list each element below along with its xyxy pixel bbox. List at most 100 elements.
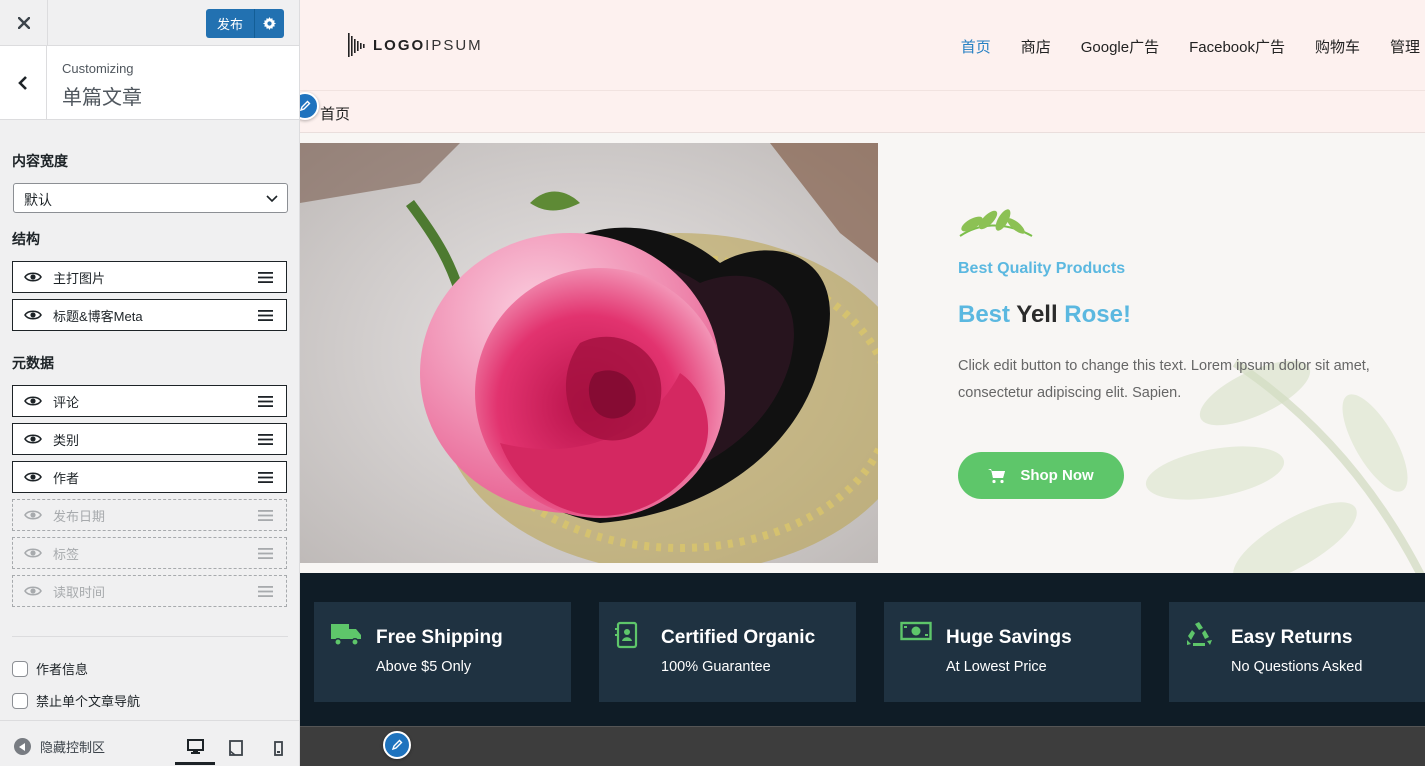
hide-controls-button[interactable]: 隐藏控制区: [14, 737, 105, 756]
preview-desktop-button[interactable]: [175, 731, 215, 765]
sortable-item[interactable]: 主打图片: [12, 261, 287, 293]
sortable-item[interactable]: 标题&博客Meta: [12, 299, 287, 331]
visibility-toggle[interactable]: [13, 271, 53, 283]
content-width-select[interactable]: 默认: [13, 183, 288, 213]
back-button[interactable]: [0, 46, 47, 119]
visibility-toggle[interactable]: [13, 309, 53, 321]
sortable-item-label: 主打图片: [53, 270, 106, 286]
hero-eyebrow: Best Quality Products: [958, 260, 1126, 277]
divider: [12, 636, 288, 637]
chevron-left-icon: [18, 75, 27, 90]
publish-button[interactable]: 发布: [206, 14, 254, 33]
certificate-icon: [615, 621, 638, 649]
visibility-toggle[interactable]: [13, 509, 53, 521]
close-customizer-button[interactable]: [0, 0, 48, 45]
sortable-item-label: 标签: [53, 546, 80, 562]
money-icon: [900, 621, 932, 641]
drag-handle-icon: [257, 271, 273, 283]
nav-item-cart[interactable]: 购物车: [1315, 36, 1360, 57]
visibility-toggle[interactable]: [13, 585, 53, 597]
headline-part-1: Best: [958, 301, 1017, 328]
sortable-item[interactable]: 作者: [12, 461, 287, 493]
content-width-value: 默认: [24, 192, 52, 208]
drag-handle[interactable]: [244, 509, 286, 521]
drag-handle[interactable]: [244, 547, 286, 559]
eye-icon: [24, 510, 42, 520]
chevron-down-icon: [266, 195, 278, 203]
close-icon[interactable]: [17, 16, 30, 29]
author-info-checkbox-row[interactable]: 作者信息: [12, 659, 88, 678]
visibility-toggle[interactable]: [13, 471, 53, 483]
author-info-label: 作者信息: [36, 662, 89, 677]
section-header: Customizing 单篇文章: [0, 46, 299, 120]
sortable-item[interactable]: 类别: [12, 423, 287, 455]
edit-shortcut-button[interactable]: [383, 731, 411, 759]
drag-handle-icon: [257, 547, 273, 559]
sortable-item-label: 评论: [53, 394, 80, 410]
drag-handle[interactable]: [244, 271, 286, 283]
eye-icon: [24, 310, 42, 320]
disable-post-nav-checkbox[interactable]: [12, 692, 28, 709]
desktop-icon: [186, 739, 204, 754]
structure-label: 结构: [12, 231, 40, 247]
drag-handle[interactable]: [244, 395, 286, 407]
site-logo[interactable]: LOGOIPSUM: [347, 30, 483, 60]
breadcrumb[interactable]: 首页: [320, 103, 350, 124]
eye-icon: [24, 548, 42, 558]
preview-tablet-button[interactable]: [216, 731, 256, 765]
nav-item-shop[interactable]: 商店: [1021, 36, 1051, 57]
drag-handle[interactable]: [244, 433, 286, 445]
cart-icon: [988, 468, 1006, 483]
footer-bar: [300, 726, 1425, 766]
feature-subtitle: No Questions Asked: [1231, 659, 1363, 675]
drag-handle-icon: [257, 585, 273, 597]
recycle-icon: [1187, 622, 1212, 646]
drag-handle-icon: [257, 471, 273, 483]
nav-item-admin[interactable]: 管理: [1390, 36, 1425, 57]
tablet-icon: [229, 740, 243, 756]
author-info-checkbox[interactable]: [12, 660, 28, 677]
drag-handle[interactable]: [244, 309, 286, 321]
eye-icon: [24, 472, 42, 482]
feature-card: Easy Returns No Questions Asked: [1169, 602, 1425, 702]
sortable-item[interactable]: 评论: [12, 385, 287, 417]
sortable-item[interactable]: 发布日期: [12, 499, 287, 531]
mobile-icon: [273, 740, 283, 756]
publish-settings-button[interactable]: [254, 9, 284, 38]
hero-section: Best Quality Products Best Yell Rose! Cl…: [300, 133, 1425, 573]
edit-shortcut-button[interactable]: [300, 92, 319, 120]
drag-handle[interactable]: [244, 471, 286, 483]
customizer-footer: 隐藏控制区: [0, 720, 299, 766]
sortable-item-label: 读取时间: [53, 584, 106, 600]
feature-title: Easy Returns: [1231, 627, 1353, 648]
nav-item-facebook-ads[interactable]: Facebook广告: [1189, 36, 1285, 57]
pencil-icon: [391, 739, 403, 751]
leaf-icon: [959, 209, 1033, 237]
drag-handle-icon: [257, 395, 273, 407]
drag-handle[interactable]: [244, 585, 286, 597]
collapse-icon: [14, 738, 31, 755]
hero-content: Best Quality Products Best Yell Rose! Cl…: [878, 133, 1425, 573]
feature-subtitle: 100% Guarantee: [661, 659, 771, 675]
nav-item-home[interactable]: 首页: [961, 36, 991, 57]
visibility-toggle[interactable]: [13, 433, 53, 445]
shop-now-button[interactable]: Shop Now: [958, 452, 1124, 499]
sortable-item[interactable]: 读取时间: [12, 575, 287, 607]
main-nav: 首页 商店 Google广告 Facebook广告 购物车 管理: [961, 36, 1425, 57]
visibility-toggle[interactable]: [13, 395, 53, 407]
nav-item-google-ads[interactable]: Google广告: [1081, 36, 1159, 57]
preview-mobile-button[interactable]: [258, 731, 298, 765]
feature-title: Huge Savings: [946, 627, 1072, 648]
feature-card: Certified Organic 100% Guarantee: [599, 602, 856, 702]
feature-subtitle: Above $5 Only: [376, 659, 472, 675]
sortable-item[interactable]: 标签: [12, 537, 287, 569]
metadata-label: 元数据: [12, 355, 54, 371]
feature-subtitle: At Lowest Price: [946, 659, 1047, 675]
sortable-item-label: 作者: [53, 470, 80, 486]
drag-handle-icon: [257, 433, 273, 445]
visibility-toggle[interactable]: [13, 547, 53, 559]
hero-text: Click edit button to change this text. L…: [958, 358, 1370, 401]
drag-handle-icon: [257, 309, 273, 321]
headline-part-3: Rose!: [1057, 301, 1131, 328]
disable-post-nav-checkbox-row[interactable]: 禁止单个文章导航: [12, 691, 140, 710]
